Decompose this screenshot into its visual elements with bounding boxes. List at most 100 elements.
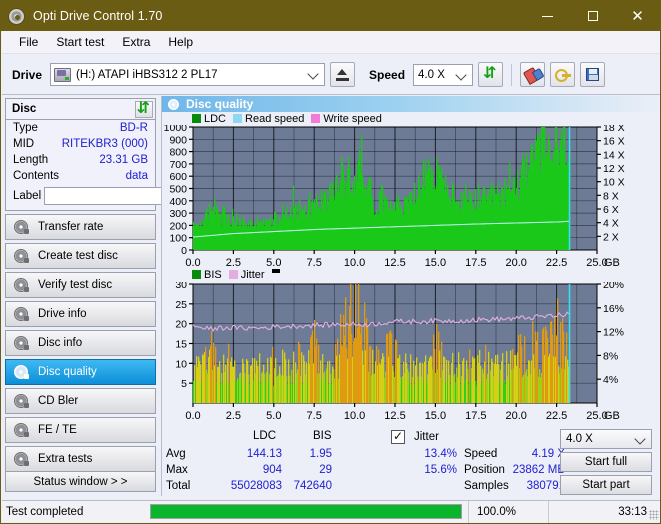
sidebar-item-create-test-disc[interactable]: Create test disc [5,243,156,269]
sidebar-item-label: Create test disc [38,250,118,262]
sidebar-item-disc-quality[interactable]: Disc quality [5,359,156,385]
disc-row-mid: MID RITEKBR3 (000) [6,136,155,152]
disc-quality-bis-jitter-chart[interactable]: 5 10 15 20 25 30 4% 8% 12% 16% 20% 0.0 2.5 5.0 7.5 10.0… [162,282,660,422]
svg-text:22.5: 22.5 [546,410,567,422]
svg-text:7.5: 7.5 [307,257,322,267]
disc-icon [14,336,29,350]
sidebar-item-extra-tests[interactable]: Extra tests [5,446,156,472]
start-full-button[interactable]: Start full [560,452,652,472]
start-part-button[interactable]: Start part [560,475,652,495]
resize-grip[interactable] [649,510,659,520]
menu-item-help[interactable]: Help [159,33,202,51]
svg-text:10.0: 10.0 [344,410,365,422]
disc-icon [14,423,29,437]
stats-ldc-max: 904 [262,464,282,476]
svg-text:10 X: 10 X [603,177,625,189]
legend-swatch-bis [192,270,201,279]
minimize-button[interactable] [525,1,570,31]
stats-bis-max: 29 [319,464,332,476]
svg-text:22.5: 22.5 [546,257,567,267]
legend-label-ldc: LDC [204,112,227,125]
sidebar-item-label: Verify test disc [38,279,113,291]
sidebar-item-disc-info[interactable]: Disc info [5,330,156,356]
page-title: Disc quality [186,97,254,111]
stats-speed-select[interactable]: 4.0 X [560,429,652,449]
sidebar-item-fe-te[interactable]: FE / TE [5,417,156,443]
menu-item-file[interactable]: File [10,33,47,51]
menu-bar: File Start test Extra Help [2,31,660,54]
svg-text:300: 300 [169,208,187,220]
stats-header-ldc: LDC [253,430,277,442]
eject-icon [336,68,350,81]
disc-icon [14,307,29,321]
status-window-button[interactable]: Status window > > [5,471,156,492]
stats-speed-select-value: 4.0 X [566,433,593,445]
save-button[interactable] [580,62,606,87]
disc-row-length-key: Length [13,154,49,166]
disc-icon [14,220,29,234]
sidebar-item-label: Disc info [38,337,83,349]
svg-text:0.0: 0.0 [185,410,200,422]
sidebar-item-transfer-rate[interactable]: Transfer rate [5,214,156,240]
svg-text:8 X: 8 X [603,190,619,202]
menu-item-extra[interactable]: Extra [113,33,159,51]
refresh-button[interactable] [478,62,504,87]
erase-button[interactable] [520,62,546,87]
disc-row-contents-value: data [125,170,148,182]
disc-icon [14,278,29,292]
disc-row-mid-key: MID [13,138,35,150]
legend-label-write-speed: Write speed [323,112,382,125]
sidebar-item-label: Extra tests [38,453,93,465]
disc-refresh-button[interactable] [135,98,153,118]
stats-position-value: 23862 MB [512,464,565,476]
sidebar-item-verify-test-disc[interactable]: Verify test disc [5,272,156,298]
speed-select[interactable]: 4.0 X [413,63,474,86]
drive-select[interactable]: (H:) ATAPI iHBS312 2 PL17 [50,63,326,86]
svg-text:500: 500 [169,184,187,196]
toolbar: Drive (H:) ATAPI iHBS312 2 PL17 Speed 4.… [2,55,660,95]
svg-text:4%: 4% [603,374,618,386]
jitter-checkbox[interactable] [391,429,405,444]
main-panel-header: Disc quality [162,96,660,112]
svg-text:20.0: 20.0 [505,257,526,267]
menu-item-start-test[interactable]: Start test [47,33,113,51]
disc-row-length-value: 23.31 GB [99,154,148,166]
window-title: Opti Drive Control 1.70 [33,9,163,23]
svg-text:15.0: 15.0 [425,257,446,267]
app-icon [8,7,25,25]
legend-entry-ldc: LDC [192,113,226,125]
eraser-icon [522,65,542,84]
stats-speed-value: 4.19 X [531,448,565,460]
stats-row-label-avg: Avg [166,448,186,460]
svg-text:600: 600 [169,171,187,183]
svg-text:5.0: 5.0 [266,257,281,267]
disc-icon [14,249,29,263]
legend-entry-write-speed: Write speed [311,113,382,125]
legend-swatch-jitter [228,270,238,279]
svg-text:16%: 16% [603,303,624,315]
chart1-legend: LDC Read speed Write speed [162,112,660,125]
maximize-button[interactable] [570,1,615,31]
disc-row-type-value: BD-R [119,122,148,134]
stats-header-bis: BIS [313,430,332,442]
stats-jitter-avg: 13.4% [424,448,457,460]
close-button[interactable]: ✕ [615,1,660,31]
sidebar-item-cd-bler[interactable]: CD Bler [5,388,156,414]
sidebar-item-label: Transfer rate [38,221,104,233]
elapsed-time: 33:13 [548,500,660,523]
disc-icon [14,452,29,466]
settings-button[interactable] [550,62,576,87]
status-bar: Test completed 100.0% 33:13 [2,500,660,523]
jitter-label: Jitter [414,431,439,443]
toolbar-separator [511,63,513,86]
sidebar-item-label: Drive info [38,308,87,320]
eject-button[interactable] [330,62,356,87]
svg-text:2 X: 2 X [603,231,619,243]
sidebar-item-drive-info[interactable]: Drive info [5,301,156,327]
legend-entry-bis: BIS [192,269,222,281]
disc-quality-ldc-chart[interactable]: 100 200 300 400 500 600 700 800 900 1000 0 2 X4 X 6 … [162,125,660,267]
svg-text:10.0: 10.0 [344,257,365,267]
chevron-down-icon [634,433,646,445]
disc-row-type: Type BD-R [6,120,155,136]
title-bar: Opti Drive Control 1.70 ✕ [1,1,660,31]
